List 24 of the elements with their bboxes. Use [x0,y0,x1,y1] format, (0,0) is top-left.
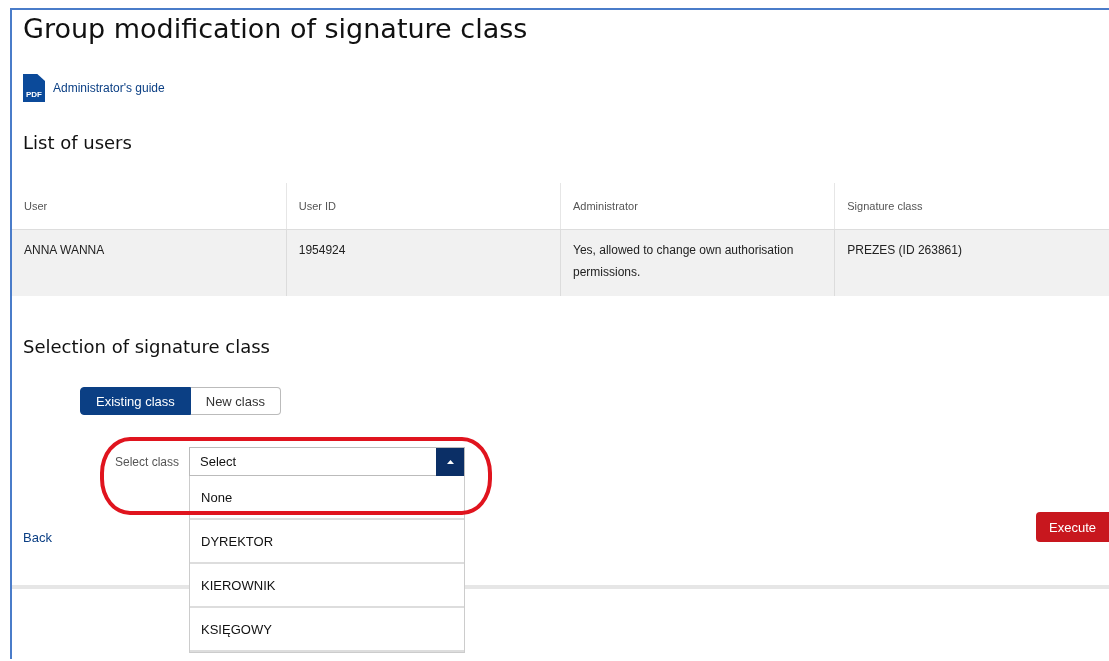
class-tab[interactable]: New class [190,387,281,415]
table-cell: PREZES (ID 263861) [834,229,1109,296]
page-title: Group modification of signature class [23,12,529,46]
section-heading: Selection of signature class [23,336,271,357]
back-link[interactable]: Back [23,530,52,545]
guide-link[interactable]: Administrator's guide [53,81,165,95]
column-header: Signature class [834,183,1109,230]
table-cell: ANNA WANNA [12,229,287,296]
column-header: User ID [286,183,561,230]
class-dropdown[interactable]: Select [189,447,466,476]
execute-button[interactable]: Execute [1036,512,1109,542]
class-tab[interactable]: Existing class [80,387,191,415]
dropdown-option[interactable]: KSIĘGOWY [190,608,465,652]
dropdown-option[interactable]: KIEROWNIK [190,564,465,608]
section-heading: List of users [23,132,133,153]
dropdown-option[interactable]: DYREKTOR [190,520,465,564]
caret-icon [446,459,454,464]
table-cell: Yes, allowed to change own authorisation permissions. [560,229,835,296]
dropdown-option[interactable]: None [190,476,465,520]
table-cell: 1954924 [286,229,561,296]
column-header: Administrator [560,183,835,230]
pdf-icon: PDF [23,74,45,102]
column-header: User [12,183,287,230]
field-label: Select class [115,454,180,469]
